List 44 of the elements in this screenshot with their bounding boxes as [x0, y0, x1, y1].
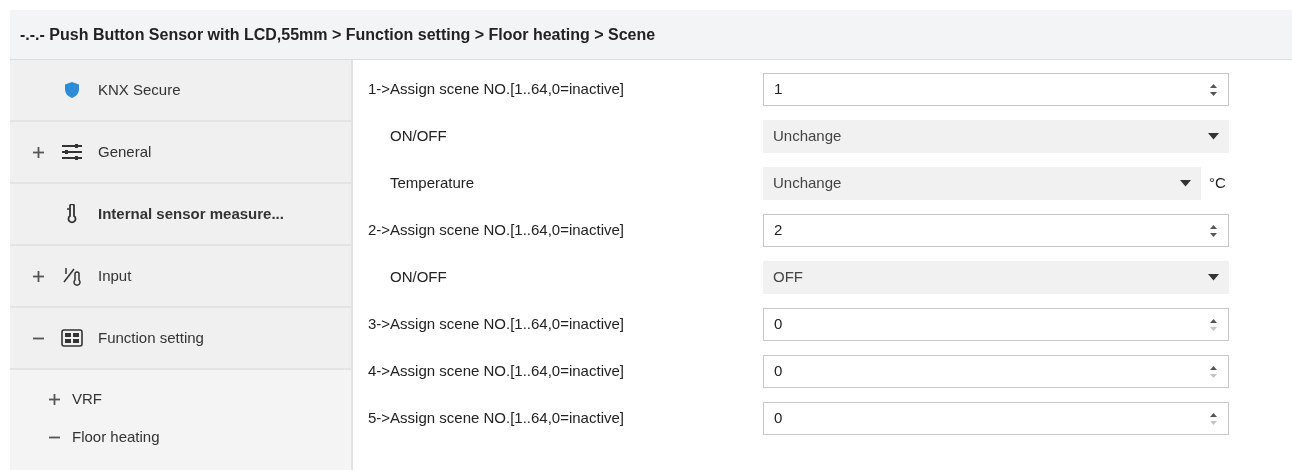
grid-icon — [61, 329, 83, 347]
spin-arrows-icon[interactable] — [1209, 222, 1218, 239]
parameter-label: 5->Assign scene NO.[1..64,0=inactive] — [368, 408, 625, 429]
sidebar-label: KNX Secure — [98, 79, 181, 100]
number-spinner[interactable]: 1 — [763, 73, 1229, 106]
sidebar-item[interactable]: KNX Secure — [10, 60, 351, 122]
parameter-label: ON/OFF — [389, 126, 448, 147]
sidebar-item[interactable]: Input — [10, 246, 351, 308]
caret-icon — [1208, 133, 1219, 140]
caret-icon — [1180, 180, 1191, 187]
sidebar-item[interactable]: General — [10, 122, 351, 184]
parameter-label: ON/OFF — [389, 267, 448, 288]
sidebar-subitem[interactable]: VRF — [10, 380, 351, 418]
number-spinner[interactable]: 0 — [763, 308, 1229, 341]
sidebar-subitem[interactable]: Floor heating — [10, 418, 351, 456]
sidebar-label: General — [98, 141, 152, 162]
parameter-label: 3->Assign scene NO.[1..64,0=inactive] — [368, 314, 625, 335]
thermometer-icon — [66, 204, 78, 224]
plus-icon[interactable] — [32, 146, 44, 158]
parameter-label: 2->Assign scene NO.[1..64,0=inactive] — [368, 220, 625, 241]
dropdown[interactable]: Unchange — [763, 167, 1201, 200]
plus-icon[interactable] — [32, 270, 44, 282]
number-spinner[interactable]: 0 — [763, 402, 1229, 435]
shield-icon — [64, 81, 80, 99]
number-spinner[interactable]: 0 — [763, 355, 1229, 388]
sidebar-item[interactable]: Internal sensor measure... — [10, 184, 351, 246]
sidebar-label: Input — [98, 265, 132, 286]
sidebar-label: Internal sensor measure... — [98, 203, 284, 224]
sliders-icon — [61, 143, 83, 161]
sidebar-label: Function setting — [98, 327, 204, 348]
parameter-label: Temperature — [389, 173, 476, 194]
caret-icon — [1208, 274, 1219, 281]
parameter-label: 4->Assign scene NO.[1..64,0=inactive] — [368, 361, 625, 382]
breadcrumb: -.-.- Push Button Sensor with LCD,55mm > Function setting > Floor heating > Scene — [20, 24, 656, 45]
plus-icon[interactable] — [48, 393, 60, 405]
number-spinner[interactable]: 2 — [763, 214, 1229, 247]
sidebar-label: VRF — [72, 388, 102, 409]
dropdown[interactable]: OFF — [763, 261, 1229, 294]
parameter-label: 1->Assign scene NO.[1..64,0=inactive] — [368, 79, 625, 100]
spin-arrows-icon[interactable] — [1209, 81, 1218, 98]
input-icon — [62, 266, 82, 286]
dropdown[interactable]: Unchange — [763, 120, 1229, 153]
sidebar-label: Floor heating — [72, 426, 160, 447]
unit-label: °C — [1209, 173, 1226, 194]
